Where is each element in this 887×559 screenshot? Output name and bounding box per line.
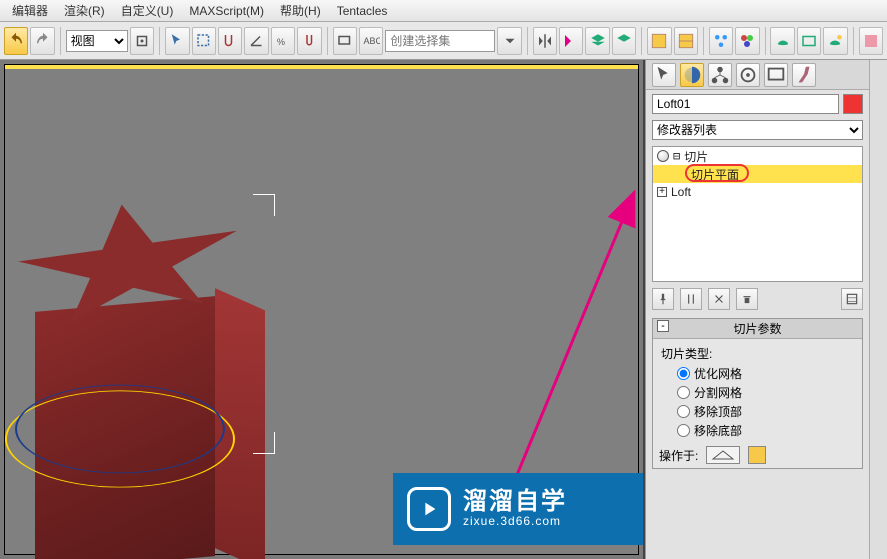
modifier-stack[interactable]: ⊟ 切片 切片平面 + Loft xyxy=(652,146,863,282)
select-region-button[interactable] xyxy=(192,27,216,55)
lightbulb-icon[interactable] xyxy=(657,150,669,162)
align-button[interactable] xyxy=(559,27,583,55)
main-toolbar: 视图 % ABC xyxy=(0,22,887,60)
angle-snap-button[interactable] xyxy=(244,27,268,55)
command-panel-tabs xyxy=(646,60,869,90)
mirror-button[interactable] xyxy=(533,27,557,55)
undo-button[interactable] xyxy=(4,27,28,55)
set-dropdown-button[interactable] xyxy=(497,27,521,55)
radio-remove-top[interactable]: 移除顶部 xyxy=(659,402,856,421)
extra-button[interactable] xyxy=(859,27,883,55)
expand-icon[interactable]: + xyxy=(657,187,667,197)
configure-sets-button[interactable] xyxy=(841,288,863,310)
tab-motion[interactable] xyxy=(736,63,760,87)
stack-subitem-label: 切片平面 xyxy=(691,166,739,183)
object-name-input[interactable] xyxy=(652,94,839,114)
spinner-snap-button[interactable] xyxy=(297,27,321,55)
rollout-slice-params: - 切片参数 切片类型: 优化网格 分割网格 移除顶部 移除底部 操作于: xyxy=(652,318,863,469)
command-panel: 修改器列表 ⊟ 切片 切片平面 + Loft xyxy=(645,60,869,559)
menu-help[interactable]: 帮助(H) xyxy=(272,0,329,21)
curve-editor-button[interactable] xyxy=(647,27,671,55)
watermark: 溜溜自学 zixue.3d66.com xyxy=(393,473,643,545)
operate-poly-button[interactable] xyxy=(748,446,766,464)
menu-bar: 编辑器 渲染(R) 自定义(U) MAXScript(M) 帮助(H) Tent… xyxy=(0,0,887,22)
watermark-title: 溜溜自学 xyxy=(463,490,567,514)
stack-item-label: 切片 xyxy=(684,148,708,165)
stack-item-loft[interactable]: + Loft xyxy=(653,183,862,201)
panel-scrollbar[interactable] xyxy=(869,60,887,559)
dope-sheet-button[interactable] xyxy=(674,27,698,55)
viewport[interactable]: 溜溜自学 zixue.3d66.com xyxy=(0,60,645,559)
minus-icon[interactable]: - xyxy=(657,320,669,332)
collapse-icon[interactable]: ⊟ xyxy=(673,149,680,163)
operate-on-label: 操作于: xyxy=(659,447,698,464)
menu-customize[interactable]: 自定义(U) xyxy=(113,0,182,21)
stack-toolbar xyxy=(652,288,863,310)
tab-display[interactable] xyxy=(764,63,788,87)
modifier-list-select[interactable]: 修改器列表 xyxy=(652,120,863,140)
stack-subitem-slice-plane[interactable]: 切片平面 xyxy=(653,165,862,183)
reference-coord-select[interactable]: 视图 xyxy=(66,30,128,52)
radio-split-mesh[interactable]: 分割网格 xyxy=(659,383,856,402)
snap-toggle-button[interactable] xyxy=(218,27,242,55)
slice-type-label: 切片类型: xyxy=(661,345,856,362)
schematic-button[interactable] xyxy=(709,27,733,55)
render-frame-button[interactable] xyxy=(797,27,821,55)
svg-text:ABC: ABC xyxy=(364,36,381,46)
rollout-title: 切片参数 xyxy=(733,322,781,336)
radio-refine-mesh[interactable]: 优化网格 xyxy=(659,364,856,383)
scene-object xyxy=(0,214,305,559)
layers2-button[interactable] xyxy=(612,27,636,55)
pin-stack-button[interactable] xyxy=(652,288,674,310)
menu-editor[interactable]: 编辑器 xyxy=(4,0,56,21)
menu-maxscript[interactable]: MAXScript(M) xyxy=(181,2,272,20)
named-sets-button[interactable] xyxy=(333,27,357,55)
abc-button[interactable]: ABC xyxy=(359,27,383,55)
select-button[interactable] xyxy=(165,27,189,55)
layers-button[interactable] xyxy=(585,27,609,55)
stack-item-slice[interactable]: ⊟ 切片 xyxy=(653,147,862,165)
radio-remove-bottom[interactable]: 移除底部 xyxy=(659,421,856,440)
object-color-swatch[interactable] xyxy=(843,94,863,114)
rollout-header[interactable]: - 切片参数 xyxy=(653,319,862,339)
pivot-button[interactable] xyxy=(130,27,154,55)
svg-text:%: % xyxy=(277,36,285,46)
tab-modify[interactable] xyxy=(680,63,704,87)
show-end-button[interactable] xyxy=(680,288,702,310)
quick-render-button[interactable] xyxy=(823,27,847,55)
unique-button[interactable] xyxy=(708,288,730,310)
menu-render[interactable]: 渲染(R) xyxy=(56,0,113,21)
play-icon xyxy=(407,487,451,531)
watermark-url: zixue.3d66.com xyxy=(463,514,567,528)
material-editor-button[interactable] xyxy=(735,27,759,55)
stack-item-label: Loft xyxy=(671,185,691,199)
percent-snap-button[interactable]: % xyxy=(271,27,295,55)
operate-face-button[interactable] xyxy=(706,446,740,464)
tab-utilities[interactable] xyxy=(792,63,816,87)
tab-hierarchy[interactable] xyxy=(708,63,732,87)
selection-set-input[interactable] xyxy=(385,30,495,52)
tab-create[interactable] xyxy=(652,63,676,87)
remove-mod-button[interactable] xyxy=(736,288,758,310)
menu-tentacles[interactable]: Tentacles xyxy=(329,2,396,20)
render-setup-button[interactable] xyxy=(770,27,794,55)
redo-button[interactable] xyxy=(30,27,54,55)
